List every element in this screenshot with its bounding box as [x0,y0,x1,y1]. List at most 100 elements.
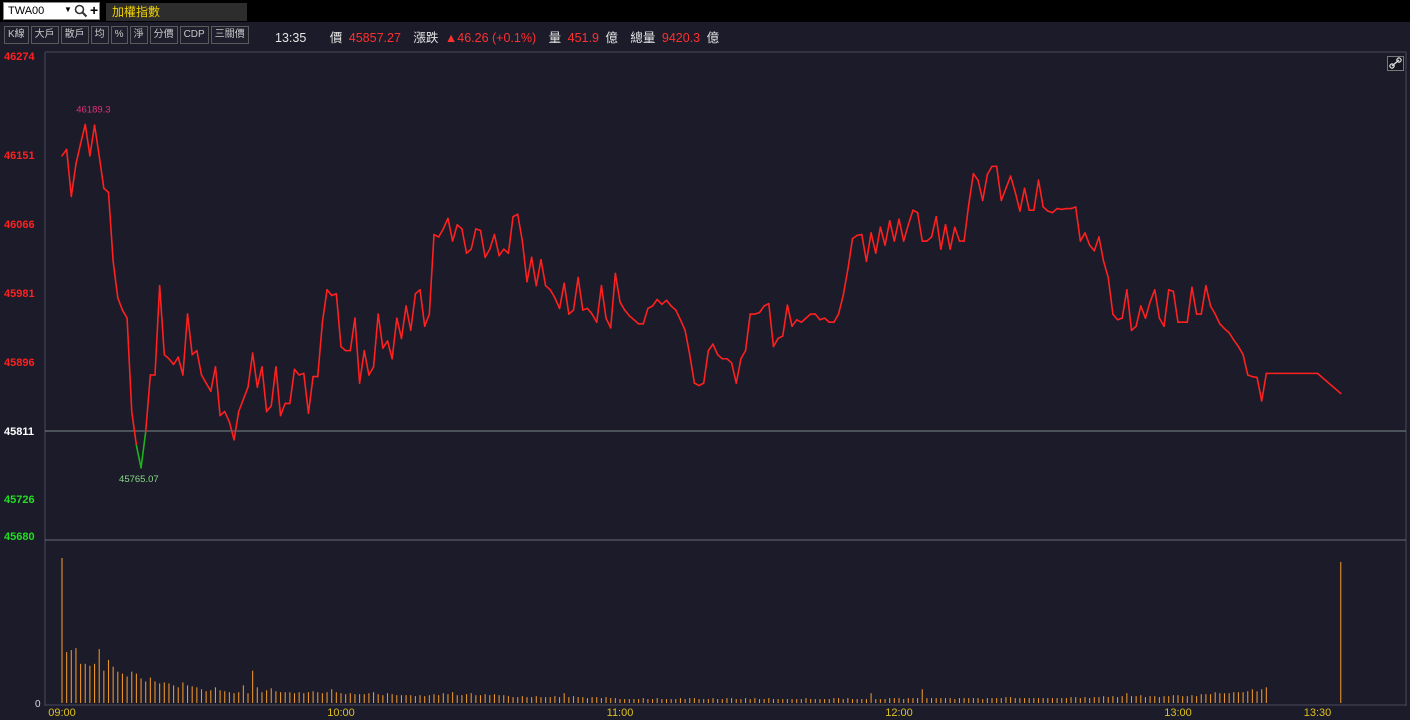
price-line-segment [1200,284,1207,315]
price-line-segment [1014,191,1021,212]
price-line-segment [1023,187,1030,211]
price-line-segment [707,343,714,352]
price-line-segment [340,345,347,352]
price-line-segment [168,357,175,366]
price-line-segment [1172,290,1179,324]
price-line-segment [247,352,254,388]
price-line-segment [702,349,710,384]
time-tick-label: 10:00 [327,707,355,719]
price-line-segment [595,284,603,324]
price-line-segment [972,172,979,181]
price-line-segment [261,366,268,413]
price-line-segment [586,307,593,315]
price-line-segment [223,410,231,423]
price-line-segment [614,272,621,303]
price-line-segment [572,276,579,311]
price-line-segment [358,349,366,384]
price-line-segment [628,314,635,321]
price-line-segment [949,226,956,250]
price-line-segment [196,349,203,376]
price-line-segment [172,356,180,366]
price-line-segment [898,218,905,242]
price-line-segment [256,366,263,388]
price-line-segment [837,294,845,315]
price-line-segment [349,317,356,352]
price-line-segment [65,148,73,198]
price-tick-label: 46274 [4,51,35,63]
price-line-segment [368,366,375,376]
price-line-segment [786,304,793,328]
price-line-segment [1242,353,1249,376]
price-line-segment [842,268,849,297]
price-line-segment [623,309,631,317]
price-line-segment [326,288,333,297]
price-line-segment [558,282,566,310]
price-line-segment [400,305,407,340]
price-line-segment [860,233,868,263]
price-line-segment [423,313,431,328]
price-line-segment [516,213,524,242]
price-line-segment [98,155,105,190]
price-line-segment [465,248,473,255]
price-line-segment [484,248,491,259]
price-line-segment [84,123,91,157]
price-line-segment [1000,187,1007,202]
price-line-segment [177,356,184,376]
price-line-segment [1149,288,1156,303]
price-line-segment [1140,305,1147,319]
price-line-segment [995,165,1003,202]
price-line-segment [805,313,812,319]
price-line-segment [75,142,82,165]
price-line-segment [907,209,914,226]
price-line-segment [521,240,528,283]
price-line-segment [930,215,938,238]
price-line-segment [735,357,742,384]
price-line-segment [656,298,663,306]
price-line-segment [242,386,249,401]
price-line-segment [568,309,575,315]
price-line-segment [540,258,547,287]
price-line-segment [1093,236,1100,252]
price-line-segment [1237,345,1244,356]
price-line-segment [935,215,942,250]
price-line-segment [126,317,133,413]
price-line-segment [103,187,110,194]
price-line-segment [372,313,380,368]
price-line-segment [1233,339,1240,348]
price-line-segment [953,226,961,242]
price-line-segment [665,299,672,307]
price-line-segment [377,313,384,350]
link-icon[interactable] [1387,56,1404,71]
price-line-segment [405,305,412,332]
price-line-segment [758,305,765,314]
price-tick-label: 45981 [4,288,35,300]
price-line-segment [791,318,798,328]
price-line-segment [740,349,747,360]
price-line-segment [493,233,500,257]
price-line-segment [363,349,370,376]
price-line-segment [391,317,398,360]
volume-tick-label: 0 [35,699,41,710]
price-line-segment [1084,232,1091,246]
price-line-segment [530,256,538,287]
price-line-segment [870,232,877,255]
price-tick-label: 46151 [4,150,35,162]
price-line-segment [619,301,626,311]
price-line-segment [251,352,259,388]
price-line-segment [428,233,435,315]
price-line-segment [1005,175,1012,190]
price-line-segment [321,288,328,324]
price-line-segment [121,309,128,319]
price-line-segment [535,258,542,287]
price-line-segment [902,224,910,242]
price-line-segment [591,313,598,324]
price-line-segment [1186,286,1193,324]
price-line-segment [893,218,900,242]
price-line-segment [461,228,468,255]
price-line-segment [1256,376,1263,402]
price-line-segment [633,318,640,325]
price-line-segment [456,224,463,230]
price-line-segment [205,382,212,393]
price-line-segment [670,305,677,311]
price-line-segment [289,368,296,405]
